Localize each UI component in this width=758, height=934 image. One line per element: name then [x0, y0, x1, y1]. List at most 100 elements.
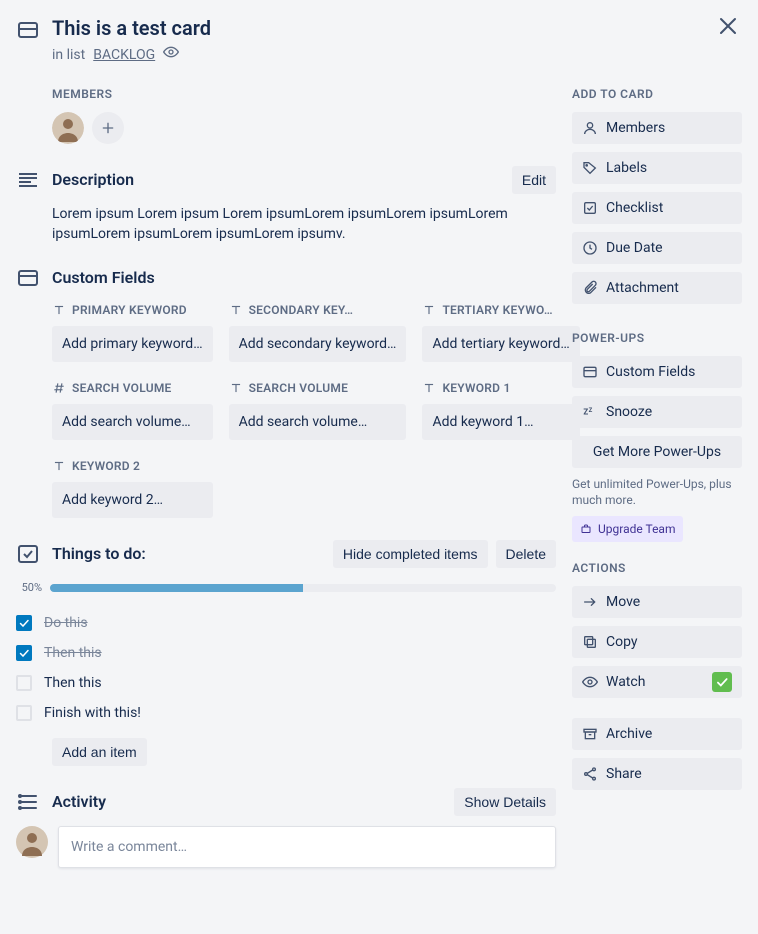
add-checklist-button[interactable]: Checklist [572, 192, 742, 224]
upgrade-team-button[interactable]: Upgrade Team [572, 516, 683, 542]
add-members-button[interactable]: Members [572, 112, 742, 144]
checklist-title[interactable]: Things to do: [52, 544, 321, 564]
share-icon [582, 766, 598, 782]
watch-button[interactable]: Watch [572, 666, 742, 698]
in-list-prefix: in list [52, 45, 85, 65]
powerups-heading: POWER-UPS [572, 328, 742, 348]
add-labels-button[interactable]: Labels [572, 152, 742, 184]
checklist-item-text[interactable]: Then this [44, 643, 102, 663]
custom-field: SECONDARY KEY… Add secondary keyword… [229, 300, 407, 362]
watch-check-icon [712, 672, 732, 692]
custom-fields-small-icon [582, 364, 598, 380]
checklist-checkbox[interactable] [16, 705, 32, 721]
add-attachment-button[interactable]: Attachment [572, 272, 742, 304]
upgrade-team-label: Upgrade Team [598, 519, 675, 539]
custom-fields-title: Custom Fields [52, 268, 556, 288]
current-user-avatar[interactable] [16, 826, 48, 858]
custom-field-input[interactable]: Add search volume… [229, 404, 407, 440]
card-title[interactable]: This is a test card [52, 18, 211, 38]
checklist-checkbox[interactable] [16, 675, 32, 691]
archive-label: Archive [606, 724, 652, 744]
snooze-icon: ZZ [582, 404, 598, 420]
custom-field: KEYWORD 2Add keyword 2… [52, 456, 213, 518]
custom-field-label: PRIMARY KEYWORD [52, 300, 213, 320]
get-more-powerups-button[interactable]: Get More Power-Ups [572, 436, 742, 468]
members-icon [582, 120, 598, 136]
powerup-snooze-label: Snooze [606, 402, 652, 422]
move-icon [582, 594, 598, 610]
checklist-item[interactable]: Do this [16, 608, 556, 638]
custom-field-label: SEARCH VOLUME [52, 378, 213, 398]
activity-icon [16, 790, 40, 814]
actions-heading: ACTIONS [572, 558, 742, 578]
add-labels-label: Labels [606, 158, 647, 178]
description-body[interactable]: Lorem ipsum Lorem ipsum Lorem ipsumLorem… [52, 204, 556, 244]
custom-field: KEYWORD 1 Add keyword 1… [422, 378, 579, 440]
checklist-item[interactable]: Finish with this! [16, 698, 556, 728]
labels-icon [582, 160, 598, 176]
checklist-icon [16, 542, 40, 566]
share-label: Share [606, 764, 642, 784]
list-link[interactable]: BACKLOG [93, 45, 155, 65]
checklist-item-text[interactable]: Do this [44, 613, 88, 633]
custom-field-input[interactable]: Add keyword 2… [52, 482, 213, 518]
custom-field: PRIMARY KEYWORD Add primary keyword… [52, 300, 213, 362]
custom-field: TERTIARY KEYWO… Add tertiary keyword… [422, 300, 579, 362]
custom-field-input[interactable]: Add keyword 1… [422, 404, 579, 440]
checklist-item[interactable]: Then this [16, 668, 556, 698]
activity-title: Activity [52, 792, 442, 812]
add-due-date-button[interactable]: Due Date [572, 232, 742, 264]
powerup-custom-fields-button[interactable]: Custom Fields [572, 356, 742, 388]
hide-completed-button[interactable]: Hide completed items [333, 540, 488, 568]
close-button[interactable] [716, 14, 740, 44]
custom-field-label: KEYWORD 1 [422, 378, 579, 398]
delete-checklist-button[interactable]: Delete [496, 540, 556, 568]
add-due-date-label: Due Date [606, 238, 663, 258]
powerup-snooze-button[interactable]: ZZ Snooze [572, 396, 742, 428]
custom-field: SEARCH VOLUME Add search volume… [52, 378, 213, 440]
copy-button[interactable]: Copy [572, 626, 742, 658]
custom-field-input[interactable]: Add primary keyword… [52, 326, 213, 362]
members-heading: MEMBERS [52, 84, 556, 104]
add-member-button[interactable] [92, 112, 124, 144]
checklist-item[interactable]: Then this [16, 638, 556, 668]
copy-icon [582, 634, 598, 650]
checklist-item-text[interactable]: Finish with this! [44, 703, 141, 723]
svg-text:Z: Z [589, 407, 593, 414]
powerup-custom-fields-label: Custom Fields [606, 362, 695, 382]
checklist-checkbox[interactable] [16, 615, 32, 631]
edit-description-button[interactable]: Edit [512, 166, 556, 194]
description-icon [16, 168, 40, 192]
custom-field-label: TERTIARY KEYWO… [422, 300, 579, 320]
checklist-item-text[interactable]: Then this [44, 673, 102, 693]
custom-fields-icon [16, 266, 40, 290]
custom-field-input[interactable]: Add secondary keyword… [229, 326, 407, 362]
custom-field-input[interactable]: Add search volume… [52, 404, 213, 440]
archive-icon [582, 726, 598, 742]
share-button[interactable]: Share [572, 758, 742, 790]
custom-field-input[interactable]: Add tertiary keyword… [422, 326, 579, 362]
briefcase-icon [580, 523, 592, 535]
move-button[interactable]: Move [572, 586, 742, 618]
member-avatar[interactable] [52, 112, 84, 144]
move-label: Move [606, 592, 640, 612]
archive-button[interactable]: Archive [572, 718, 742, 750]
card-icon [16, 18, 40, 42]
progress-bar [50, 584, 556, 592]
add-checklist-label: Checklist [606, 198, 663, 218]
copy-label: Copy [606, 632, 638, 652]
add-members-label: Members [606, 118, 665, 138]
progress-percent: 50% [14, 578, 42, 598]
show-details-button[interactable]: Show Details [454, 788, 556, 816]
powerups-note: Get unlimited Power-Ups, plus much more. [572, 476, 742, 508]
add-checklist-item-button[interactable]: Add an item [52, 738, 147, 766]
watch-icon [582, 674, 598, 690]
add-to-card-heading: ADD TO CARD [572, 84, 742, 104]
comment-input[interactable]: Write a comment… [58, 826, 556, 868]
description-title: Description [52, 170, 500, 190]
eye-icon [163, 44, 179, 66]
checklist-small-icon [582, 200, 598, 216]
checklist-checkbox[interactable] [16, 645, 32, 661]
get-more-powerups-label: Get More Power-Ups [593, 442, 721, 462]
custom-field-label: SECONDARY KEY… [229, 300, 407, 320]
